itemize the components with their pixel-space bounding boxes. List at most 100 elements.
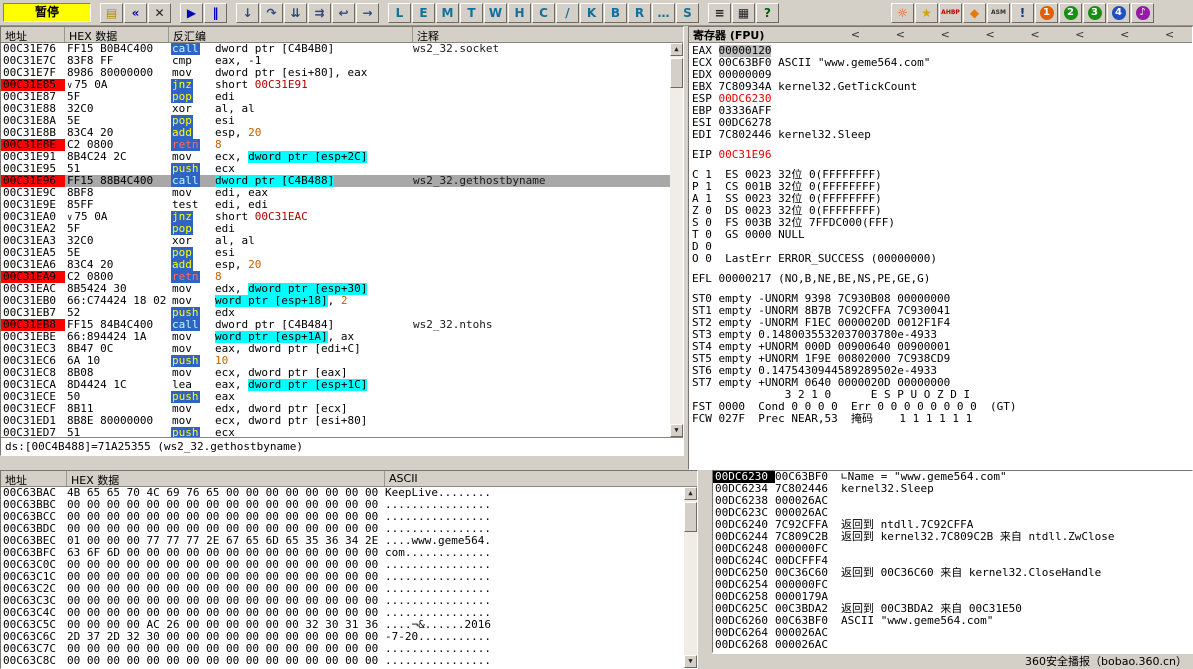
disasm-row[interactable]: 00C31EA55Epopesi (1, 247, 670, 259)
disasm-row[interactable]: 00C31E85∨75 0Ajnzshort 00C31E91 (1, 79, 670, 91)
dump-header-hex[interactable]: HEX 数据 (67, 471, 385, 486)
window-layout-button[interactable]: ▦ (732, 3, 755, 23)
register-line[interactable]: FST 0000 Cond 0 0 0 0 Err 0 0 0 0 0 0 0 … (689, 401, 1192, 413)
scroll-track[interactable] (670, 56, 683, 424)
plugin-3-button[interactable]: 3 (1083, 3, 1106, 23)
register-line[interactable]: EDX 00000009 (689, 69, 1192, 81)
plugin-burst-button[interactable]: ☼ (891, 3, 914, 23)
dump-header-ascii[interactable]: ASCII (385, 471, 697, 486)
column-header-address[interactable]: 地址 (1, 27, 65, 42)
register-line[interactable]: ST2 empty -UNORM F1EC 0000020D 0012F1F4 (689, 317, 1192, 329)
dump-row[interactable]: 00C63BAC4B 65 65 70 4C 69 76 65 00 00 00… (1, 487, 684, 499)
scroll-thumb[interactable] (670, 58, 683, 88)
dump-row[interactable]: 00C63BFC63 6F 6D 00 00 00 00 00 00 00 00… (1, 547, 684, 559)
dump-scrollbar[interactable]: ▲ ▼ (684, 487, 697, 668)
stack-row[interactable]: 00DC625000C36C60返回到 00C36C60 来自 kernel32… (713, 567, 1192, 579)
disasm-row[interactable]: 00C31E9C8BF8movedi, eax (1, 187, 670, 199)
disasm-row[interactable]: 00C31E8832C0xoral, al (1, 103, 670, 115)
disasm-row[interactable]: 00C31E9E85FFtestedi, edi (1, 199, 670, 211)
scroll-down-arrow-icon[interactable]: ▼ (670, 424, 683, 437)
column-header-disasm[interactable]: 反汇编 (169, 27, 413, 42)
scroll-up-arrow-icon[interactable]: ▲ (684, 487, 697, 500)
register-line[interactable]: FCW 027F Prec NEAR,53 掩码 1 1 1 1 1 1 (689, 413, 1192, 425)
disasm-row[interactable]: 00C31E7F8986 80000000movdword ptr [esi+8… (1, 67, 670, 79)
register-line[interactable]: T 0 GS 0000 NULL (689, 229, 1192, 241)
view-references-button[interactable]: R (628, 3, 651, 23)
disasm-row[interactable]: 00C31E8A5Epopesi (1, 115, 670, 127)
register-line[interactable]: ECX 00C63BF0 ASCII "www.geme564.com" (689, 57, 1192, 69)
view-executables-button[interactable]: E (412, 3, 435, 23)
register-line[interactable]: EDI 7C802446 kernel32.Sleep (689, 129, 1192, 141)
disasm-row[interactable]: 00C31EAC8B5424 30movedx, dword ptr [esp+… (1, 283, 670, 295)
dump-row[interactable]: 00C63BEC01 00 00 00 77 77 77 2E 67 65 6D… (1, 535, 684, 547)
register-line[interactable]: ST6 empty 0.1475430944589289502e-4933 (689, 365, 1192, 377)
animate-into-button[interactable]: ⇊ (284, 3, 307, 23)
stack-row[interactable]: 00DC6248000000FC (713, 543, 1192, 555)
scroll-thumb[interactable] (684, 502, 697, 532)
plugin-asm-button[interactable]: ASM (987, 3, 1010, 23)
register-line[interactable]: EAX 00000120 (689, 45, 1192, 57)
open-file-button[interactable]: ▤ (100, 3, 123, 23)
stack-row[interactable]: 00DC6238000026AC (713, 495, 1192, 507)
disasm-row[interactable]: 00C31E918B4C24 2Cmovecx, dword ptr [esp+… (1, 151, 670, 163)
disasm-scrollbar[interactable]: ▲ ▼ (670, 43, 683, 437)
plugin-diamond-button[interactable]: ◆ (963, 3, 986, 23)
register-line[interactable]: D 0 (689, 241, 1192, 253)
disasm-row[interactable]: 00C31E76FF15 B0B4C400calldword ptr [C4B4… (1, 43, 670, 55)
dump-row[interactable]: 00C63C0C00 00 00 00 00 00 00 00 00 00 00… (1, 559, 684, 571)
register-line[interactable]: Z 0 DS 0023 32位 0(FFFFFFFF) (689, 205, 1192, 217)
plugin-ahbp-button[interactable]: AHBP (939, 3, 962, 23)
register-line[interactable]: P 1 CS 001B 32位 0(FFFFFFFF) (689, 181, 1192, 193)
dump-row[interactable]: 00C63C5C00 00 00 00 AC 26 00 00 00 00 00… (1, 619, 684, 631)
register-line[interactable]: ESI 00DC6278 (689, 117, 1192, 129)
plugin-1-button[interactable]: 1 (1035, 3, 1058, 23)
disasm-row[interactable]: 00C31EC88B08movecx, dword ptr [eax] (1, 367, 670, 379)
run-button[interactable]: ▶ (180, 3, 203, 23)
disasm-row[interactable]: 00C31EB8FF15 84B4C400calldword ptr [C4B4… (1, 319, 670, 331)
register-line[interactable]: O 0 LastErr ERROR_SUCCESS (00000000) (689, 253, 1192, 265)
execute-till-return-button[interactable]: ↩ (332, 3, 355, 23)
stack-row[interactable]: 00DC626000C63BF0ASCII "www.geme564.com" (713, 615, 1192, 627)
dump-row[interactable]: 00C63C1C00 00 00 00 00 00 00 00 00 00 00… (1, 571, 684, 583)
stack-row[interactable]: 00DC62407C92CFFA返回到 ntdll.7C92CFFA (713, 519, 1192, 531)
plugin-horn-button[interactable]: ♪ (1131, 3, 1154, 23)
options-button[interactable]: ≡ (708, 3, 731, 23)
column-header-hex[interactable]: HEX 数据 (65, 27, 169, 42)
stack-row[interactable]: 00DC62347C802446kernel32.Sleep (713, 483, 1192, 495)
disasm-row[interactable]: 00C31ECF8B11movedx, dword ptr [ecx] (1, 403, 670, 415)
disasm-row[interactable]: 00C31E875Fpopedi (1, 91, 670, 103)
plugin-2-button[interactable]: 2 (1059, 3, 1082, 23)
disasm-row[interactable]: 00C31EA0∨75 0Ajnzshort 00C31EAC (1, 211, 670, 223)
disasm-row[interactable]: 00C31E8EC2 0800retn8 (1, 139, 670, 151)
disasm-row[interactable]: 00C31E9551pushecx (1, 163, 670, 175)
help-button[interactable]: ? (756, 3, 779, 23)
go-to-address-button[interactable]: → (356, 3, 379, 23)
dump-row[interactable]: 00C63C4C00 00 00 00 00 00 00 00 00 00 00… (1, 607, 684, 619)
register-line[interactable]: A 1 SS 0023 32位 0(FFFFFFFF) (689, 193, 1192, 205)
view-handles-button[interactable]: H (508, 3, 531, 23)
view-cpu-button[interactable]: C (532, 3, 555, 23)
register-line[interactable]: EBP 03336AFF (689, 105, 1192, 117)
stack-row[interactable]: 00DC625C00C3BDA2返回到 00C3BDA2 来自 00C31E50 (713, 603, 1192, 615)
dump-row[interactable]: 00C63C8C00 00 00 00 00 00 00 00 00 00 00… (1, 655, 684, 667)
dump-row[interactable]: 00C63BDC00 00 00 00 00 00 00 00 00 00 00… (1, 523, 684, 535)
pause-button[interactable]: ‖ (204, 3, 227, 23)
disasm-row[interactable]: 00C31EC38B47 0Cmoveax, dword ptr [edi+C] (1, 343, 670, 355)
register-line[interactable]: ST1 empty -UNORM 8B7B 7C92CFFA 7C930041 (689, 305, 1192, 317)
stack-row[interactable]: 00DC623C000026AC (713, 507, 1192, 519)
disasm-row[interactable]: 00C31EBE66:894424 1Amovword ptr [esp+1A]… (1, 331, 670, 343)
disasm-row[interactable]: 00C31EA683C4 20addesp, 20 (1, 259, 670, 271)
view-memory-button[interactable]: M (436, 3, 459, 23)
view-source-button[interactable]: S (676, 3, 699, 23)
register-line[interactable]: ST7 empty +UNORM 0640 0000020D 00000000 (689, 377, 1192, 389)
scroll-down-arrow-icon[interactable]: ▼ (684, 655, 697, 668)
stack-row[interactable]: 00DC6254000000FC (713, 579, 1192, 591)
register-line[interactable]: EIP 00C31E96 (689, 149, 1192, 161)
disasm-row[interactable]: 00C31EB752pushedx (1, 307, 670, 319)
disasm-row[interactable]: 00C31EB066:C74424 18 02movword ptr [esp+… (1, 295, 670, 307)
dump-row[interactable]: 00C63C3C00 00 00 00 00 00 00 00 00 00 00… (1, 595, 684, 607)
view-patches-button[interactable]: / (556, 3, 579, 23)
stack-row[interactable]: 00DC624C00DCFFF4 (713, 555, 1192, 567)
disasm-row[interactable]: 00C31ED751pushecx (1, 427, 670, 437)
plugin-star-button[interactable]: ★ (915, 3, 938, 23)
